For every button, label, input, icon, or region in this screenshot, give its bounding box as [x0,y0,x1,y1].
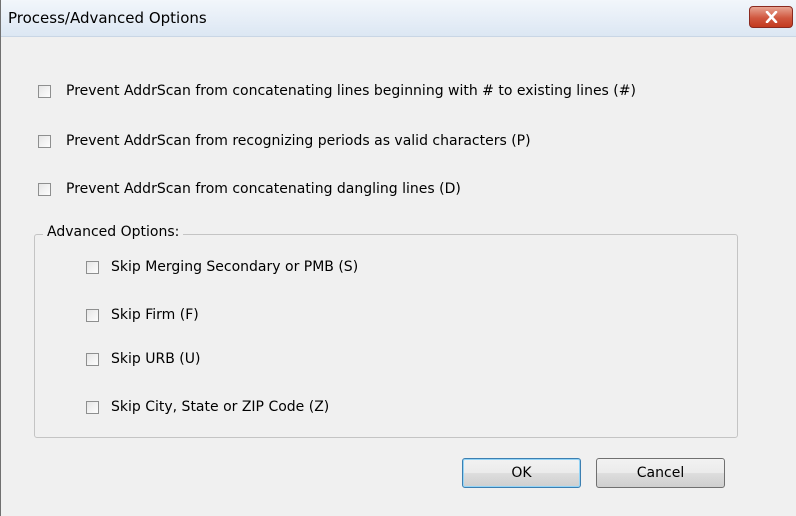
option-label: Prevent AddrScan from concatenating dang… [66,181,461,197]
close-icon [765,11,778,23]
cancel-button[interactable]: Cancel [596,458,725,488]
checkbox[interactable] [86,353,99,366]
option-label: Skip Merging Secondary or PMB (S) [111,259,359,275]
checkbox[interactable] [38,85,51,98]
advanced-options-label: Advanced Options: [43,224,184,240]
checkbox[interactable] [86,401,99,414]
option-label: Skip City, State or ZIP Code (Z) [111,399,330,415]
option-label: Skip Firm (F) [111,307,199,323]
checkbox[interactable] [38,183,51,196]
window-title: Process/Advanced Options [8,9,207,27]
ok-button[interactable]: OK [462,458,581,488]
close-button[interactable] [749,6,793,28]
option-label: Skip URB (U) [111,351,201,367]
checkbox[interactable] [38,135,51,148]
dialog-window: Process/Advanced Options Prevent AddrSca… [0,0,796,516]
title-bar: Process/Advanced Options [1,0,796,37]
option-label: Prevent AddrScan from recognizing period… [66,133,531,149]
option-label: Prevent AddrScan from concatenating line… [66,83,636,99]
checkbox[interactable] [86,261,99,274]
checkbox[interactable] [86,309,99,322]
